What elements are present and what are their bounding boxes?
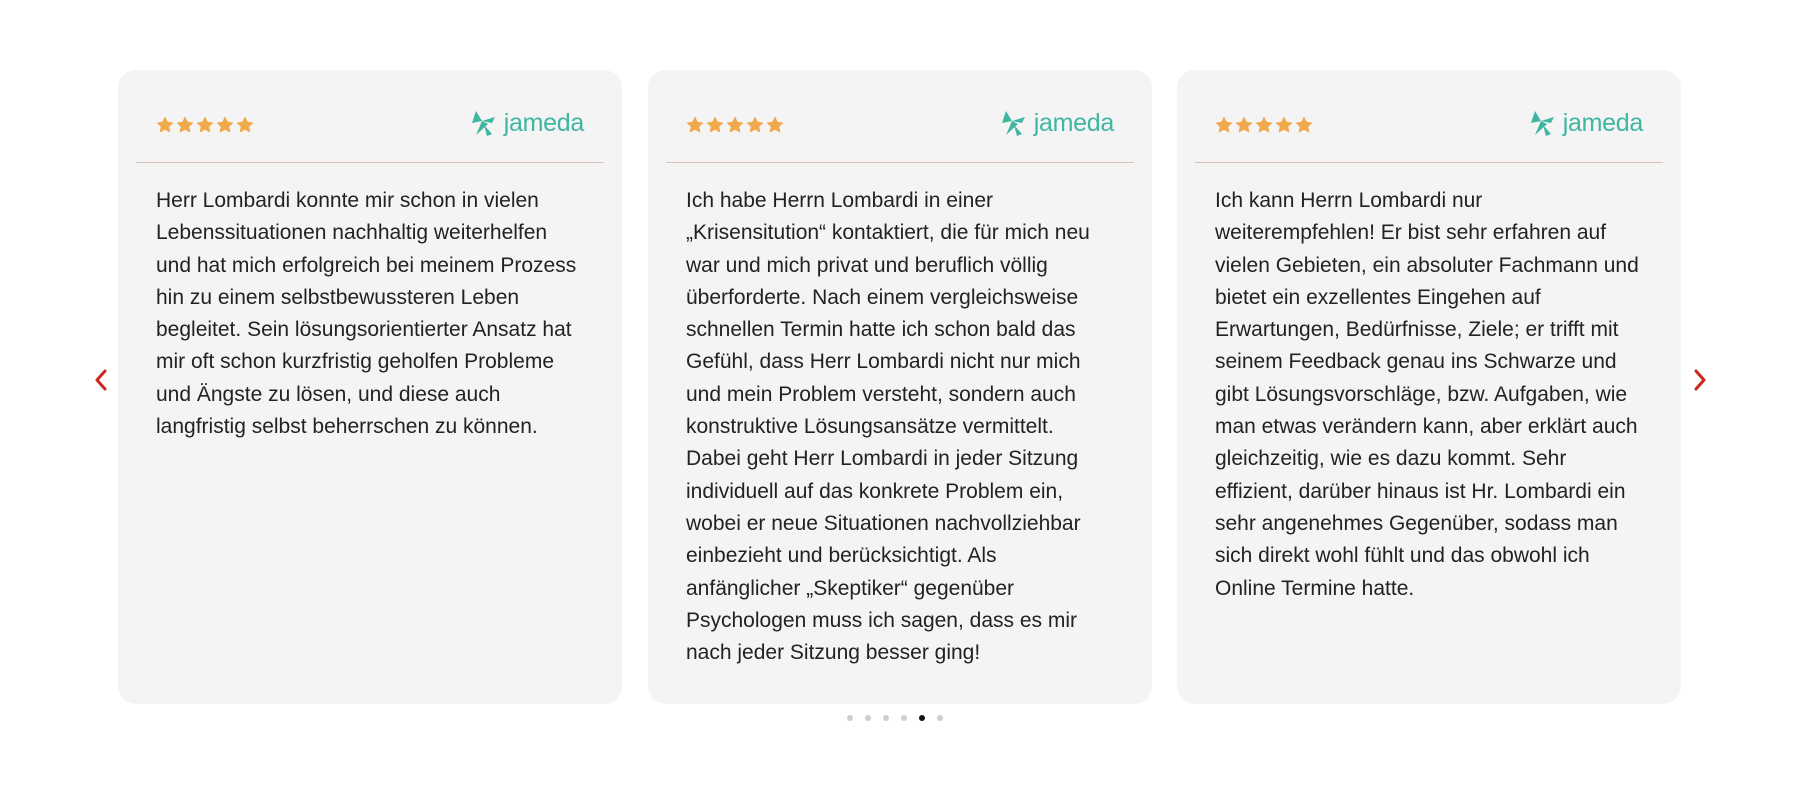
jameda-logo: jameda — [468, 108, 584, 138]
chevron-right-icon — [1694, 369, 1706, 391]
star-icon — [686, 116, 704, 133]
previous-slide-button[interactable] — [86, 365, 116, 395]
star-icon — [236, 116, 254, 133]
star-icon — [1275, 116, 1293, 133]
star-icon — [1295, 116, 1313, 133]
pagination-dot[interactable] — [937, 715, 943, 721]
jameda-logo: jameda — [998, 108, 1114, 138]
star-icon — [1215, 116, 1233, 133]
star-icon — [156, 116, 174, 133]
jameda-logo-text: jameda — [1562, 109, 1644, 137]
star-icon — [766, 116, 784, 133]
jameda-logo-text: jameda — [1033, 109, 1115, 137]
pagination-dot[interactable] — [865, 715, 871, 721]
star-rating — [686, 116, 784, 134]
star-icon — [706, 116, 724, 133]
pagination-dot[interactable] — [901, 715, 907, 721]
star-icon — [196, 116, 214, 133]
review-card: jameda Ich kann Herrn Lombardi nur weite… — [1177, 70, 1681, 704]
testimonial-carousel: jameda Herr Lombardi konnte mir schon in… — [0, 0, 1800, 800]
review-text: Herr Lombardi konnte mir schon in vielen… — [156, 189, 577, 439]
pagination-dot[interactable] — [847, 715, 853, 721]
jameda-logo-mark-icon — [1001, 111, 1025, 136]
review-card-header: jameda — [1215, 108, 1643, 154]
review-card-header: jameda — [686, 108, 1114, 154]
star-rating — [1215, 116, 1313, 134]
next-slide-button[interactable] — [1685, 365, 1715, 395]
chevron-left-icon — [95, 369, 107, 391]
card-divider — [1195, 162, 1663, 163]
review-text: Ich kann Herrn Lombardi nur weiterempfeh… — [1215, 189, 1639, 600]
card-divider — [666, 162, 1134, 163]
star-icon — [746, 116, 764, 133]
review-card: jameda Ich habe Herrn Lombardi in einer … — [648, 70, 1152, 704]
carousel-pagination — [847, 715, 943, 721]
jameda-logo-mark-icon — [471, 111, 495, 136]
star-icon — [176, 116, 194, 133]
jameda-logo-text: jameda — [503, 109, 585, 137]
jameda-logo: jameda — [1527, 108, 1643, 138]
review-card-header: jameda — [156, 108, 584, 154]
review-text: Ich habe Herrn Lombardi in einer „Krisen… — [686, 189, 1090, 665]
star-icon — [1255, 116, 1273, 133]
review-card: jameda Herr Lombardi konnte mir schon in… — [118, 70, 622, 704]
star-icon — [726, 116, 744, 133]
card-divider — [136, 162, 604, 163]
star-rating — [156, 116, 254, 134]
star-icon — [216, 116, 234, 133]
star-icon — [1235, 116, 1253, 133]
pagination-dot[interactable] — [919, 715, 925, 721]
jameda-logo-mark-icon — [1530, 111, 1554, 136]
pagination-dot[interactable] — [883, 715, 889, 721]
